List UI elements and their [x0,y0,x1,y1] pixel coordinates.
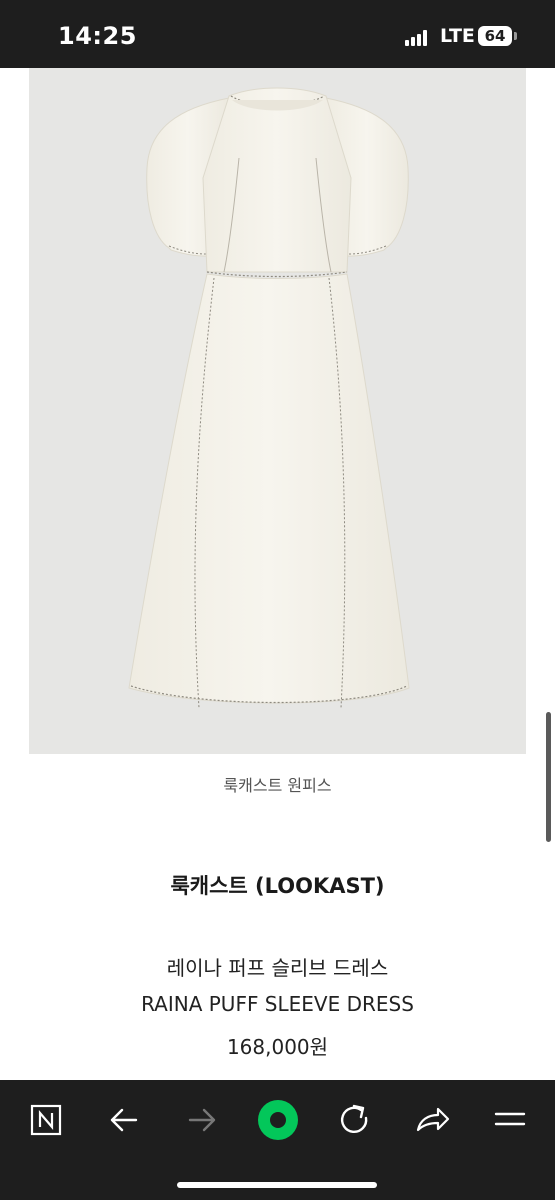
green-dot-icon[interactable] [254,1096,302,1144]
battery-cap [514,32,517,40]
dress-image [128,87,410,709]
home-indicator[interactable] [177,1182,377,1188]
battery-icon: 64 [478,26,512,46]
product-price: 168,000원 [226,1035,329,1059]
product-image[interactable] [29,68,526,754]
product-name-korean: 레이나 퍼프 슬리브 드레스 [166,956,389,980]
image-caption: 룩캐스트 원피스 [223,776,332,795]
refresh-icon[interactable] [330,1096,378,1144]
signal-icon [405,30,429,46]
forward-arrow-icon[interactable] [178,1096,226,1144]
share-icon[interactable] [408,1096,456,1144]
status-time: 14:25 [58,22,137,50]
naver-home-icon[interactable] [22,1096,70,1144]
network-type: LTE [440,25,475,47]
brand-name[interactable]: 룩캐스트 (LOOKAST) [0,870,555,900]
menu-icon[interactable] [486,1096,534,1144]
product-name-english: RAINA PUFF SLEEVE DRESS [141,992,414,1016]
back-arrow-icon[interactable] [100,1096,148,1144]
scrollbar-thumb[interactable] [546,712,551,842]
status-bar: 14:25 LTE 64 [0,0,555,68]
